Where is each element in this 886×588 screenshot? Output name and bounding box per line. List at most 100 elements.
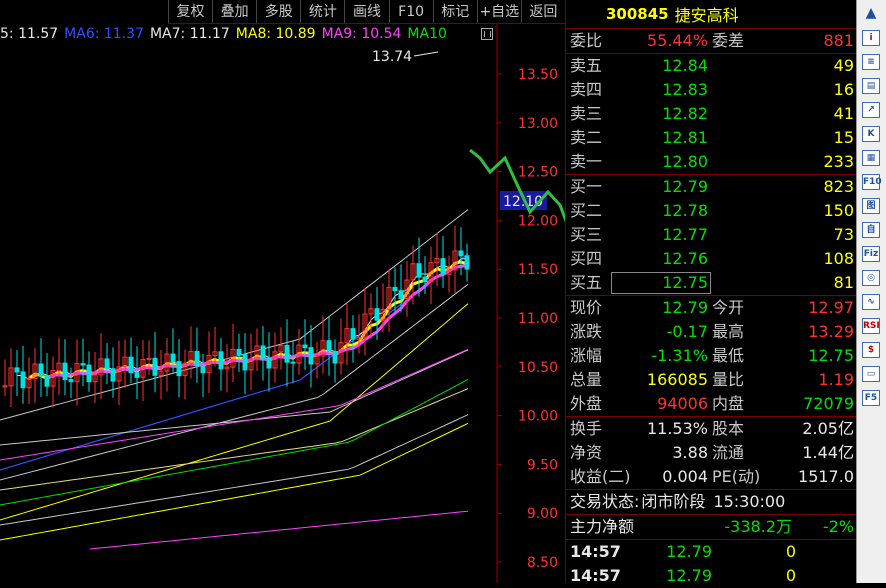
candle-body[interactable] <box>200 365 206 374</box>
side-tool-glyph-icon: ≡ <box>862 53 880 70</box>
chart-tab-1[interactable]: 叠加 <box>212 0 256 23</box>
side-tool-2-icon[interactable]: ≡ <box>857 51 885 72</box>
tick-volume: 0 <box>785 566 796 585</box>
candle-body[interactable] <box>464 255 470 270</box>
candle-body[interactable] <box>266 358 272 369</box>
candle-body[interactable] <box>218 351 224 370</box>
fundamental-label: 流通 <box>712 443 745 462</box>
fundamental-value: 2.05亿 <box>802 419 854 438</box>
side-tool-6-icon[interactable]: ▦ <box>857 147 885 168</box>
candle-body[interactable] <box>422 276 428 283</box>
candle-body[interactable] <box>38 363 44 377</box>
candle-body[interactable] <box>458 250 464 257</box>
candle-body[interactable] <box>14 367 20 373</box>
candle-body[interactable] <box>308 347 314 365</box>
side-tool-16-icon[interactable]: F5 <box>857 387 885 408</box>
candle-body[interactable] <box>62 362 68 381</box>
trade-status-time: 15:30:00 <box>713 492 786 511</box>
candle-body[interactable] <box>170 353 176 363</box>
candle-body[interactable] <box>80 363 86 366</box>
ask-label: 卖二 <box>570 128 603 147</box>
side-tool-glyph-icon: i <box>862 29 880 46</box>
side-tool-12-icon[interactable]: ∿ <box>857 291 885 312</box>
ask-price: 12.81 <box>662 128 708 147</box>
candle-body[interactable] <box>194 350 200 367</box>
side-tool-1-icon[interactable]: i <box>857 27 885 48</box>
side-tool-7-icon[interactable]: F10 <box>857 171 885 192</box>
stat-label: 涨幅 <box>570 346 603 365</box>
candle-body[interactable] <box>302 344 308 349</box>
ask-price: 12.80 <box>662 152 708 171</box>
candle-body[interactable] <box>134 372 140 378</box>
chart-tab-3[interactable]: 统计 <box>300 0 344 23</box>
candle-body[interactable] <box>416 263 422 278</box>
candle-body[interactable] <box>44 375 50 387</box>
stat-label: 外盘 <box>570 394 603 413</box>
candle-body[interactable] <box>236 348 242 356</box>
candle-body[interactable] <box>290 361 296 364</box>
chart-tab-0[interactable]: 复权 <box>168 0 212 23</box>
bid-label: 买二 <box>570 201 603 220</box>
bid-price: 12.75 <box>610 271 712 295</box>
candle-body[interactable] <box>440 258 446 275</box>
candle-body[interactable] <box>176 361 182 377</box>
ask-row: 卖五 12.84 49 <box>566 54 856 78</box>
side-tool-glyph-icon: F5 <box>862 389 880 406</box>
bid-price: 12.76 <box>662 249 708 268</box>
side-tool-0-icon[interactable]: ▲ <box>857 3 885 24</box>
side-tool-4-icon[interactable]: ↗ <box>857 99 885 120</box>
price-axis-label: 10.00 <box>518 409 558 425</box>
buy-order-book: 买一 12.79 823 买二 12.78 150 买三 12.77 73 买四 12.76 108 买… <box>566 175 856 296</box>
candle-body[interactable] <box>260 345 266 360</box>
candle-body[interactable] <box>392 286 398 292</box>
stat-value: 166085 <box>646 370 708 389</box>
side-tool-10-icon[interactable]: Fiz <box>857 243 885 264</box>
stat-row: 总量 166085 量比 1.19 <box>566 368 856 392</box>
chart-tab-7[interactable]: +自选 <box>476 0 521 23</box>
legend-item-0: 5: 11.57 <box>0 26 59 42</box>
chart-tab-2[interactable]: 多股 <box>256 0 300 23</box>
candle-body[interactable] <box>110 368 116 382</box>
chart-tab-4[interactable]: 画线 <box>344 0 388 23</box>
candle-body[interactable] <box>104 358 110 370</box>
candle-body[interactable] <box>128 356 134 374</box>
candle-body[interactable] <box>2 385 8 388</box>
long-ma-line-10 <box>89 510 469 550</box>
candle-body[interactable] <box>20 371 26 389</box>
chart-tab-6[interactable]: 标记 <box>432 0 477 23</box>
candle-body[interactable] <box>242 354 248 371</box>
price-axis-label: 12.00 <box>518 213 558 229</box>
stat-value: 12.97 <box>808 298 854 317</box>
side-toolbar: ▲ i ≡ ▤ ↗ K ▦ F10 图自 Fiz ◎ ∿ RSI $ ▭ F5 <box>856 0 886 583</box>
side-tool-14-icon[interactable]: $ <box>857 339 885 360</box>
stat-value: 12.75 <box>808 346 854 365</box>
side-tool-5-icon[interactable]: K <box>857 123 885 144</box>
kline-chart-area[interactable]: 13.50 13.00 12.50 12.00 11.50 11.00 10.50 10.00… <box>0 0 565 583</box>
candle-body[interactable] <box>152 357 158 376</box>
chart-tab-5[interactable]: F10 <box>388 0 433 23</box>
side-tool-3-icon[interactable]: ▤ <box>857 75 885 96</box>
side-tool-glyph-icon: ▲ <box>865 4 877 21</box>
candle-body[interactable] <box>284 344 290 363</box>
long-ma-line-6 <box>0 388 469 491</box>
stat-row: 外盘 94006 内盘 72079 <box>566 392 856 416</box>
bid-row: 买二 12.78 150 <box>566 199 856 223</box>
legend-toggle-icon[interactable] <box>481 28 493 40</box>
side-tool-15-icon[interactable]: ▭ <box>857 363 885 384</box>
chart-tab-8[interactable]: 返回 <box>520 0 565 23</box>
side-tool-9-icon[interactable]: 自 <box>857 219 885 240</box>
fundamental-label: PE(动) <box>712 467 761 486</box>
candle-body[interactable] <box>332 350 338 364</box>
candle-body[interactable] <box>86 364 92 383</box>
side-tool-11-icon[interactable]: ◎ <box>857 267 885 288</box>
candle-body[interactable] <box>350 328 356 340</box>
side-tool-13-icon[interactable]: RSI <box>857 315 885 336</box>
candle-body[interactable] <box>326 340 332 352</box>
side-tool-8-icon[interactable]: 图 <box>857 195 885 216</box>
candle-body[interactable] <box>374 308 380 321</box>
stat-value: 12.79 <box>662 298 708 317</box>
kline-chart[interactable]: 13.50 13.00 12.50 12.00 11.50 11.00 10.50 10.00… <box>0 0 565 583</box>
candle-body[interactable] <box>68 379 74 383</box>
candle-body[interactable] <box>398 290 404 300</box>
netflow-pct: -2% <box>822 517 854 536</box>
